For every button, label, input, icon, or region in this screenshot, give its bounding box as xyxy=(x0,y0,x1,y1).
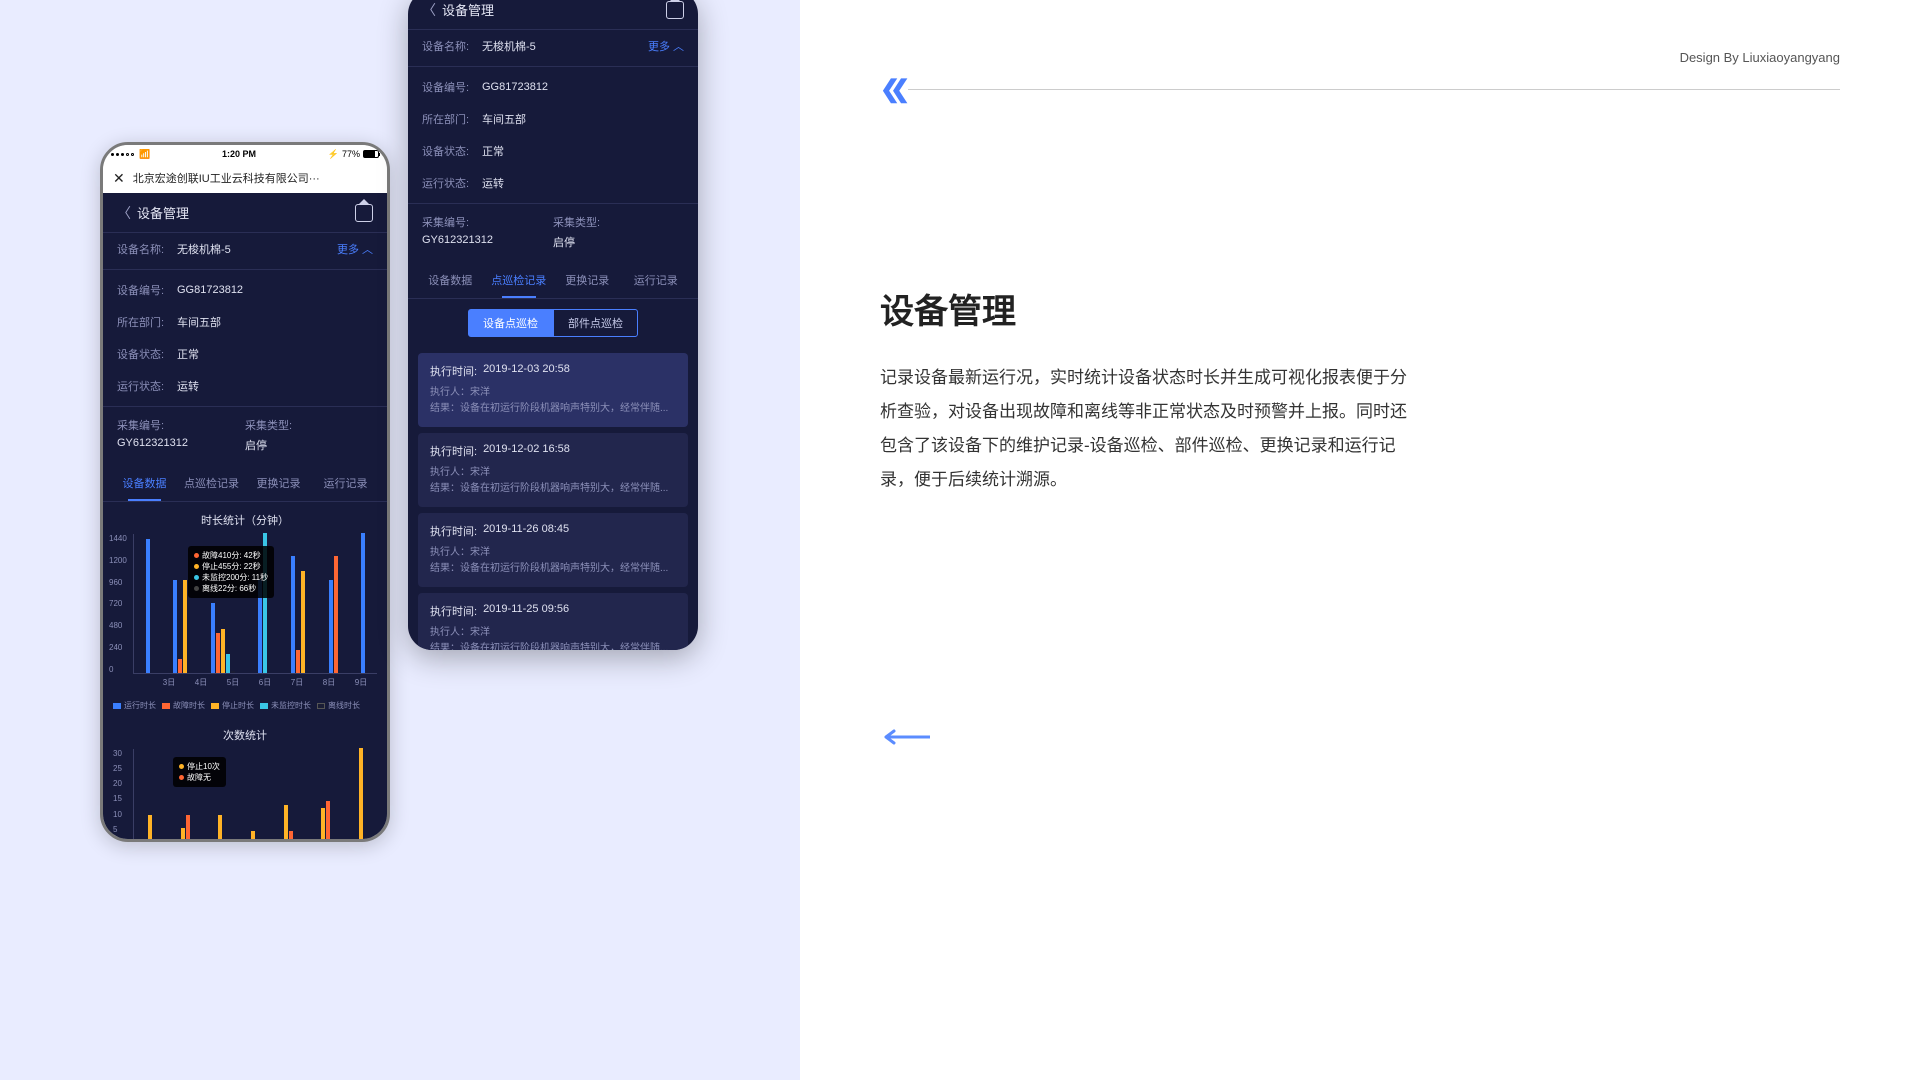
device-status: 正常 xyxy=(177,346,199,362)
chart1-tooltip: 故障410分: 42秒 停止455分: 22秒 未监控200分: 11秒 离线2… xyxy=(188,546,274,598)
page-title: 设备管理 xyxy=(442,0,494,19)
design-by: Design By Liuxiaoyangyang xyxy=(880,50,1840,65)
device-code: GG81723812 xyxy=(482,81,548,93)
collect-code: GY612321312 xyxy=(422,234,553,246)
duration-chart: 144012009607204802400 故障410分: 42秒 停止455分… xyxy=(103,534,387,694)
main-tabs: 设备数据 点巡检记录 更换记录 运行记录 xyxy=(103,465,387,502)
main-tabs-2: 设备数据 点巡检记录 更换记录 运行记录 xyxy=(408,262,698,299)
section-title: 设备管理 xyxy=(880,284,1840,333)
tab-inspection[interactable]: 点巡检记录 xyxy=(485,262,554,298)
collect-type: 启停 xyxy=(245,437,373,453)
double-chevron-icon: ❮❮ xyxy=(880,75,900,104)
sub-tabs: 设备点巡检 部件点巡检 xyxy=(408,299,698,347)
status-battery: ⚡77% xyxy=(328,149,379,160)
back-icon[interactable]: 〈 xyxy=(422,0,436,20)
phone-mockup-2: 〈 设备管理 设备名称: 无梭机棉-5 更多︿ 设备编号:GG81723812 … xyxy=(408,0,698,650)
collect-code-label: 采集编号: xyxy=(117,417,177,433)
collect-code-label: 采集编号: xyxy=(422,214,482,230)
arrow-left-icon xyxy=(880,720,930,752)
collect-type-label: 采集类型: xyxy=(245,417,305,433)
home-icon[interactable] xyxy=(355,204,373,222)
device-status-label: 设备状态: xyxy=(117,346,177,362)
tab-replace[interactable]: 更换记录 xyxy=(245,465,312,501)
tab-device-data[interactable]: 设备数据 xyxy=(111,465,178,501)
tab-device-data[interactable]: 设备数据 xyxy=(416,262,485,298)
device-dept: 车间五部 xyxy=(177,314,221,330)
device-name-label: 设备名称: xyxy=(422,38,482,54)
phone-mockup-1: 📶 1:20 PM ⚡77% ✕ 北京宏途创联IU工业云科技有限公司··· 〈 … xyxy=(100,142,390,842)
inspection-record[interactable]: 执行时间:2019-12-03 20:58执行人：宋洋结果：设备在初运行阶段机器… xyxy=(418,353,688,427)
device-run: 运转 xyxy=(177,378,199,394)
description-panel: Design By Liuxiaoyangyang ❮❮ 设备管理 记录设备最新… xyxy=(800,0,1920,1080)
device-dept-label: 所在部门: xyxy=(422,111,482,127)
count-chart: 302520151050 停止10次 故障无 xyxy=(103,749,387,839)
browser-title: 北京宏途创联IU工业云科技有限公司··· xyxy=(133,170,320,186)
section-description: 记录设备最新运行况，实时统计设备状态时长并生成可视化报表便于分析查验，对设备出现… xyxy=(880,361,1420,497)
device-run-label: 运行状态: xyxy=(117,378,177,394)
device-status: 正常 xyxy=(482,143,504,159)
device-code-label: 设备编号: xyxy=(422,79,482,95)
inspection-record[interactable]: 执行时间:2019-12-02 16:58执行人：宋洋结果：设备在初运行阶段机器… xyxy=(418,433,688,507)
status-time: 1:20 PM xyxy=(222,149,256,159)
chevron-up-icon: ︿ xyxy=(673,38,684,54)
tab-running[interactable]: 运行记录 xyxy=(622,262,691,298)
chart2-tooltip: 停止10次 故障无 xyxy=(173,757,226,787)
nav-header-2: 〈 设备管理 xyxy=(408,0,698,30)
page-title: 设备管理 xyxy=(137,203,189,222)
device-status-label: 设备状态: xyxy=(422,143,482,159)
subtab-part-inspect[interactable]: 部件点巡检 xyxy=(553,309,638,337)
inspection-record[interactable]: 执行时间:2019-11-25 09:56执行人：宋洋结果：设备在初运行阶段机器… xyxy=(418,593,688,650)
device-name-label: 设备名称: xyxy=(117,241,177,257)
more-link[interactable]: 更多︿ xyxy=(337,241,373,257)
close-icon[interactable]: ✕ xyxy=(113,170,125,187)
home-icon[interactable] xyxy=(666,1,684,19)
tab-replace[interactable]: 更换记录 xyxy=(553,262,622,298)
device-run-label: 运行状态: xyxy=(422,175,482,191)
chart1-title: 时长统计（分钟） xyxy=(103,502,387,534)
device-run: 运转 xyxy=(482,175,504,191)
device-dept-label: 所在部门: xyxy=(117,314,177,330)
inspection-record[interactable]: 执行时间:2019-11-26 08:45执行人：宋洋结果：设备在初运行阶段机器… xyxy=(418,513,688,587)
subtab-device-inspect[interactable]: 设备点巡检 xyxy=(468,309,553,337)
more-link[interactable]: 更多︿ xyxy=(648,38,684,54)
device-code-label: 设备编号: xyxy=(117,282,177,298)
chevron-up-icon: ︿ xyxy=(362,241,373,257)
status-bar: 📶 1:20 PM ⚡77% xyxy=(103,145,387,163)
device-code: GG81723812 xyxy=(177,284,243,296)
divider: ❮❮ xyxy=(880,75,1840,104)
status-signal: 📶 xyxy=(111,149,150,160)
device-name: 无梭机棉-5 xyxy=(177,241,231,257)
chart1-legend: 运行时长 故障时长 停止时长 未监控时长 离线时长 xyxy=(103,694,387,717)
back-icon[interactable]: 〈 xyxy=(117,203,131,223)
collect-type: 启停 xyxy=(553,234,684,250)
nav-header: 〈 设备管理 xyxy=(103,193,387,233)
device-dept: 车间五部 xyxy=(482,111,526,127)
chart2-title: 次数统计 xyxy=(103,717,387,749)
mockup-panel: 📶 1:20 PM ⚡77% ✕ 北京宏途创联IU工业云科技有限公司··· 〈 … xyxy=(0,0,800,1080)
tab-running[interactable]: 运行记录 xyxy=(312,465,379,501)
device-name: 无梭机棉-5 xyxy=(482,38,536,54)
browser-bar: ✕ 北京宏途创联IU工业云科技有限公司··· xyxy=(103,163,387,193)
collect-type-label: 采集类型: xyxy=(553,214,613,230)
tab-inspection[interactable]: 点巡检记录 xyxy=(178,465,245,501)
collect-code: GY612321312 xyxy=(117,437,245,449)
